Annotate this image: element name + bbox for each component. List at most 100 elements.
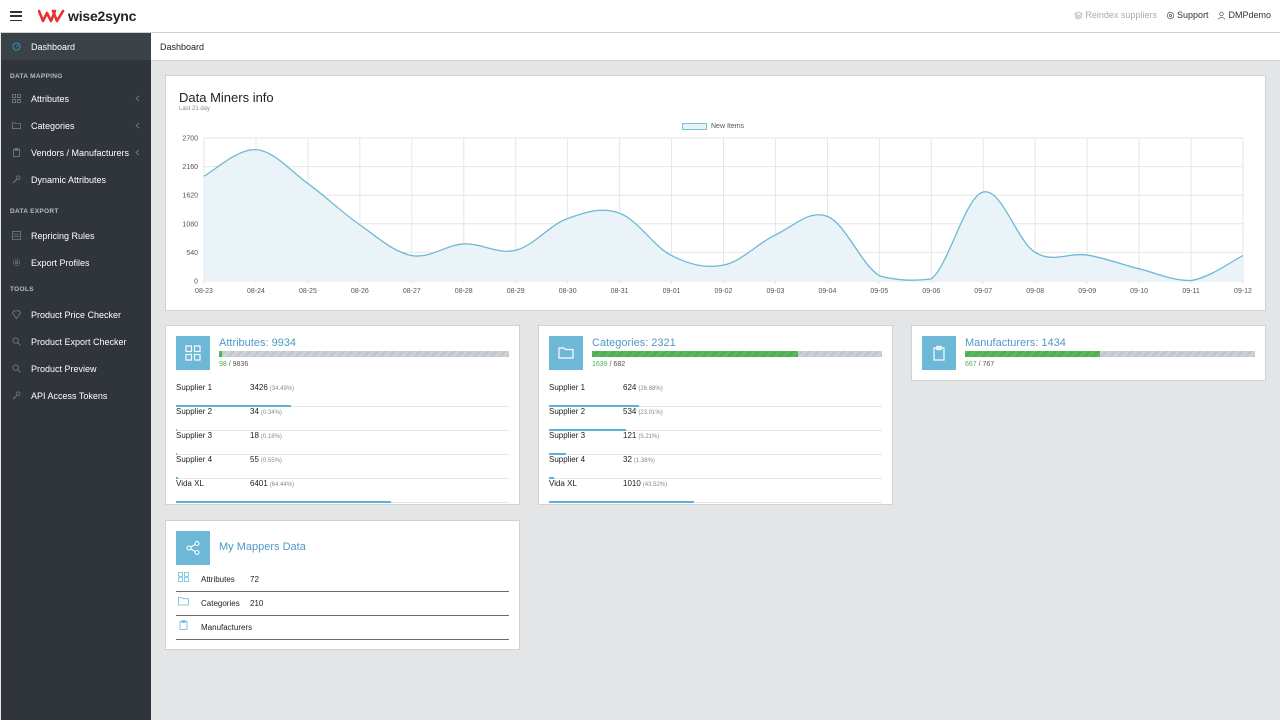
- manufacturers-card-title[interactable]: Manufacturers: 1434: [965, 337, 1066, 349]
- x-tick-label: 08-31: [611, 288, 629, 295]
- top-navbar: wise2sync Reindex suppliers Support DMPd…: [0, 0, 1280, 33]
- x-tick-label: 09-06: [922, 288, 940, 295]
- sidebar: Dashboard DATA MAPPING Attributes Catego…: [1, 33, 151, 720]
- sidebar-item-attributes[interactable]: Attributes: [1, 85, 151, 112]
- sidebar-item-dynamic-attributes[interactable]: Dynamic Attributes: [1, 166, 151, 193]
- sidebar-item-categories[interactable]: Categories: [1, 112, 151, 139]
- list-item: Supplier 3 18 (0.18%): [176, 431, 509, 455]
- chevron-left-icon: [135, 122, 140, 129]
- y-tick-label: 2700: [182, 136, 198, 143]
- breadcrumb-item-dashboard: Dashboard: [160, 41, 205, 52]
- sidebar-item-vendors[interactable]: Vendors / Manufacturers: [1, 139, 151, 166]
- cog-icon: [12, 258, 21, 267]
- manufacturers-progress-fill: [965, 351, 1100, 357]
- breadcrumb: Dashboard: [151, 33, 1280, 61]
- categories-card-header-icon: [549, 336, 583, 370]
- clipboard-icon: [178, 620, 189, 630]
- section-data-mapping: DATA MAPPING: [10, 73, 63, 80]
- categories-progress-bar: [592, 351, 882, 357]
- attributes-ratio: 98 / 9836: [219, 361, 249, 368]
- list-item: Supplier 2 34 (0.34%): [176, 407, 509, 431]
- manufacturers-card-header-icon: [922, 336, 956, 370]
- categories-card-title[interactable]: Categories: 2321: [592, 337, 676, 349]
- reindex-suppliers-link[interactable]: Reindex suppliers: [1074, 10, 1157, 20]
- x-tick-label: 08-27: [403, 288, 421, 295]
- y-tick-label: 1620: [182, 193, 198, 200]
- manufacturers-ratio: 667 / 767: [965, 361, 995, 368]
- x-tick-label: 08-29: [507, 288, 525, 295]
- gear-icon: [1166, 11, 1175, 19]
- x-tick-label: 09-12: [1234, 288, 1252, 295]
- support-link[interactable]: Support: [1166, 10, 1208, 20]
- grid-icon: [178, 572, 189, 582]
- attributes-progress-bar: [219, 351, 509, 357]
- attributes-card-title[interactable]: Attributes: 9934: [219, 337, 296, 349]
- share-icon: [186, 540, 200, 556]
- grid-icon: [185, 345, 201, 361]
- sidebar-item-export-profiles[interactable]: Export Profiles: [1, 249, 151, 276]
- x-tick-label: 09-01: [663, 288, 681, 295]
- list-item: Supplier 4 55 (0.55%): [176, 455, 509, 479]
- menu-toggle-icon[interactable]: [10, 11, 22, 22]
- mappers-card-title: My Mappers Data: [219, 541, 306, 553]
- diamond-icon: [12, 310, 21, 319]
- sidebar-item-dashboard[interactable]: Dashboard: [1, 33, 151, 60]
- x-tick-label: 09-11: [1182, 288, 1199, 295]
- sidebar-item-product-preview[interactable]: Product Preview: [1, 355, 151, 382]
- x-tick-label: 09-05: [870, 288, 888, 295]
- attributes-progress-fill: [219, 351, 222, 357]
- mappers-list: Attributes 72 Categories 210 Manufacture…: [176, 568, 509, 640]
- row-bar: [549, 500, 694, 503]
- x-tick-label: 08-25: [299, 288, 317, 295]
- brand-name: wise2sync: [68, 8, 137, 24]
- manufacturers-stat-card: Manufacturers: 1434 667 / 767: [911, 325, 1266, 381]
- brand-logo[interactable]: wise2sync: [38, 8, 136, 24]
- x-tick-label: 09-08: [1026, 288, 1044, 295]
- data-miners-chart-card: Data Miners info Last 21 day New Items 0…: [165, 75, 1266, 311]
- speedometer-icon: [12, 42, 21, 51]
- attributes-card-header-icon: [176, 336, 210, 370]
- x-tick-label: 09-04: [818, 288, 836, 295]
- y-tick-label: 0: [194, 279, 198, 286]
- sidebar-item-export-checker[interactable]: Product Export Checker: [1, 328, 151, 355]
- my-mappers-data-card: My Mappers Data Attributes 72 Categories…: [165, 520, 520, 650]
- user-menu-link[interactable]: DMPdemo: [1217, 10, 1271, 20]
- mapper-row-manufacturers[interactable]: Manufacturers: [176, 616, 509, 640]
- list-icon: [12, 231, 21, 240]
- x-tick-label: 09-03: [766, 288, 784, 295]
- grid-icon: [12, 94, 21, 103]
- x-tick-label: 09-10: [1130, 288, 1148, 295]
- list-item: Supplier 1 624 (26.88%): [549, 383, 882, 407]
- folder-icon: [558, 347, 574, 359]
- mapper-row-categories[interactable]: Categories 210: [176, 592, 509, 616]
- categories-progress-fill: [592, 351, 798, 357]
- x-tick-label: 08-24: [247, 288, 265, 295]
- key-icon: [12, 391, 21, 400]
- x-tick-label: 09-09: [1078, 288, 1096, 295]
- attributes-stat-card: Attributes: 9934 98 / 9836 Supplier 1 342…: [165, 325, 520, 505]
- mapper-row-attributes[interactable]: Attributes 72: [176, 568, 509, 592]
- sidebar-item-repricing-rules[interactable]: Repricing Rules: [1, 222, 151, 249]
- x-tick-label: 08-30: [559, 288, 577, 295]
- area-chart[interactable]: 0 540 1080 1620 2160 2700 08-23 08-24 08-25 08-26…: [166, 76, 1267, 312]
- chevron-left-icon: [135, 95, 140, 102]
- list-item: Supplier 4 32 (1.38%): [549, 455, 882, 479]
- sidebar-item-price-checker[interactable]: Product Price Checker: [1, 301, 151, 328]
- list-item: Supplier 2 534 (23.01%): [549, 407, 882, 431]
- logo-mark-icon: [38, 9, 65, 23]
- mappers-card-header-icon: [176, 531, 210, 565]
- categories-supplier-list: Supplier 1 624 (26.88%) Supplier 2 534 (23.0…: [549, 383, 882, 503]
- layers-icon: [1074, 10, 1084, 20]
- chevron-left-icon: [135, 149, 140, 156]
- x-tick-label: 08-28: [455, 288, 473, 295]
- attributes-supplier-list: Supplier 1 3426 (34.49%) Supplier 2 34 (0.34…: [176, 383, 509, 503]
- magnifier-icon: [12, 337, 21, 346]
- section-data-export: DATA EXPORT: [10, 208, 59, 215]
- row-bar: [176, 500, 391, 503]
- section-tools: TOOLS: [10, 286, 34, 293]
- folder-icon: [178, 596, 189, 606]
- list-item: Vida XL 6401 (64.44%): [176, 479, 509, 503]
- sidebar-item-api-tokens[interactable]: API Access Tokens: [1, 382, 151, 409]
- magnifier-icon: [12, 364, 21, 373]
- clipboard-icon: [933, 345, 945, 361]
